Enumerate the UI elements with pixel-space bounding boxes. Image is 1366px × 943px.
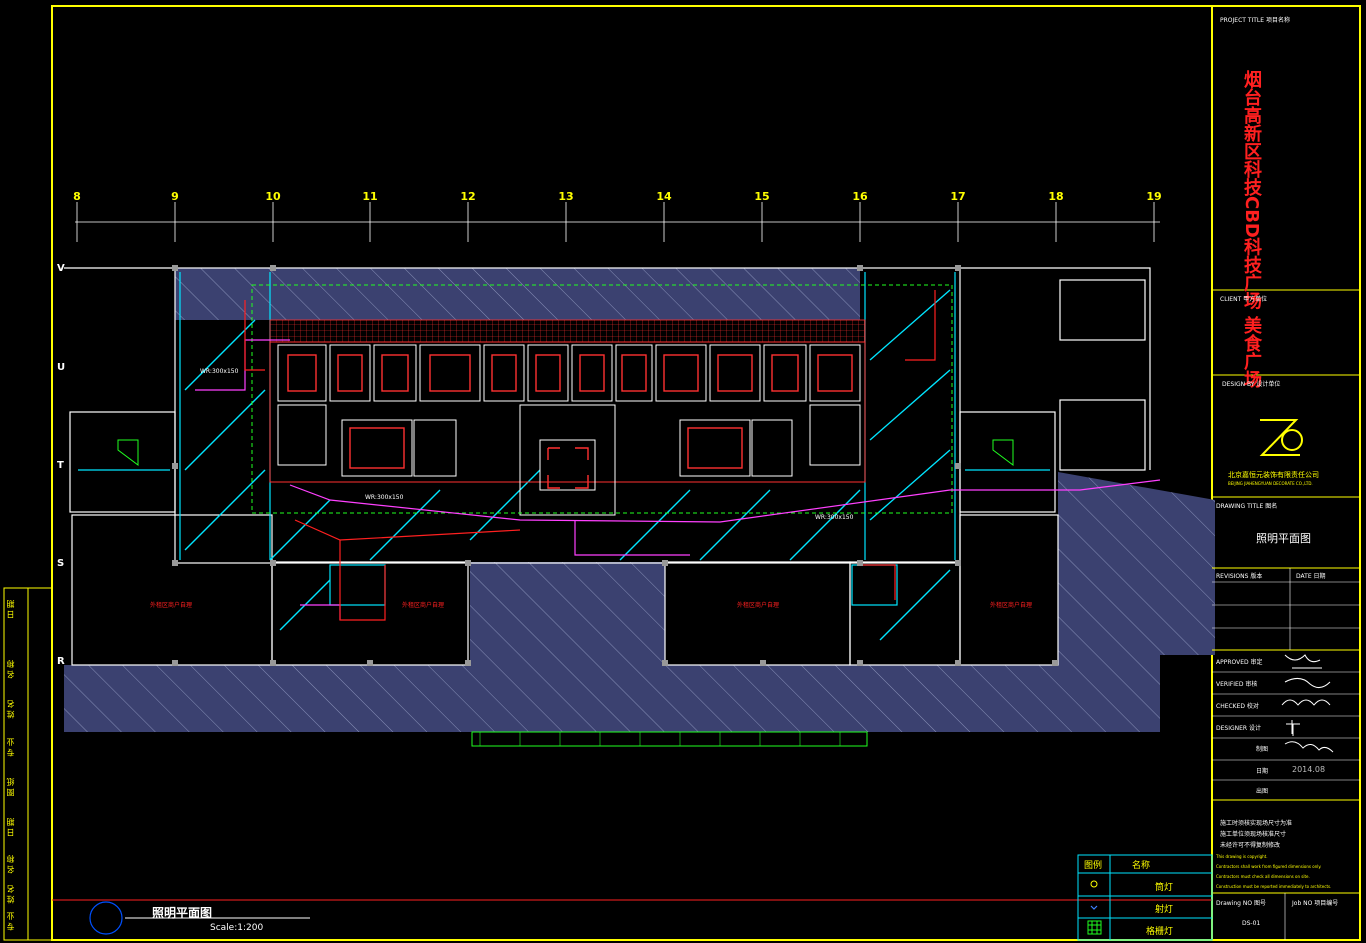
drawing-title: 照明平面图 <box>1256 532 1311 545</box>
legend-item-name: 格栅灯 <box>1146 927 1174 937</box>
room-label: 外租区商户自理 <box>150 602 193 609</box>
issue-label: 出图 <box>1256 788 1269 795</box>
duct-label: WR:300x150 <box>815 514 854 521</box>
note-en-line: Construction must be reported immediatel… <box>1216 884 1332 889</box>
spotlight-icon <box>1090 905 1098 910</box>
room-label: 外租区商户自理 <box>737 602 780 609</box>
row-letter: R <box>57 656 65 667</box>
side-strip-label: 名 称 <box>6 855 15 874</box>
note-en-line: This drawing is copyright. <box>1216 854 1268 859</box>
approved-label: APPROVED 审定 <box>1216 659 1263 666</box>
grid-number: 18 <box>1048 190 1064 203</box>
company-name-en: BEIJING JIAHENGYUAN DECORATE CO.,LTD. <box>1228 481 1313 486</box>
project-title: 烟台高新区科技CBD科技广场 美食广场 <box>1240 70 1262 388</box>
drawing-no-label: Drawing NO 图号 <box>1216 900 1266 907</box>
project-title-label: PROJECT TITLE 项目名称 <box>1220 17 1290 24</box>
client-label: CLIENT 甲方单位 <box>1220 296 1268 303</box>
downlight-icon <box>1090 880 1098 888</box>
side-strip-label: 专 业 <box>6 912 15 931</box>
grid-number: 10 <box>265 190 281 203</box>
duct-label: WR:300x150 <box>200 368 239 375</box>
side-strip-label: 图 纸 <box>6 778 15 797</box>
grid-number: 14 <box>656 190 672 203</box>
side-strip-label: 姓 名 <box>6 700 15 719</box>
row-letter: T <box>57 460 64 471</box>
project-title-line2: 美食广场 <box>1241 316 1262 389</box>
date-label: DATE 日期 <box>1296 573 1326 580</box>
verified-label: VERIFIED 审核 <box>1216 681 1258 688</box>
note-en-line: Contractors shall work from figured dime… <box>1216 864 1322 869</box>
job-no-label: Job NO 项目编号 <box>1292 900 1339 907</box>
plan-title: 照明平面图 <box>152 906 213 920</box>
side-strip-label: 专 业 <box>6 738 15 757</box>
side-strip-label: 姓 名 <box>6 885 15 904</box>
grid-number: 9 <box>171 190 179 203</box>
grid-number: 12 <box>460 190 476 203</box>
note-line: 施工时须核实现场尺寸为准 <box>1220 820 1293 827</box>
room-label: 外租区商户自理 <box>990 602 1033 609</box>
grid-number: 13 <box>558 190 574 203</box>
design-by-label: DESIGN BY 设计单位 <box>1222 381 1281 388</box>
drawn-label: 制图 <box>1256 746 1269 753</box>
note-line: 未经许可不得复制修改 <box>1220 842 1281 849</box>
drawing-no: DS-01 <box>1242 920 1261 927</box>
company-name-cn: 北京嘉恒元装饰有限责任公司 <box>1228 471 1319 479</box>
designer-label: DESIGNER 设计 <box>1216 725 1261 732</box>
grid-number: 8 <box>73 190 81 203</box>
grille-light-icon <box>1087 920 1102 935</box>
project-title-line1: 烟台高新区科技CBD科技广场 <box>1241 70 1262 310</box>
side-strip-label: 日 期 <box>6 818 15 837</box>
date2-value: 2014.08 <box>1292 765 1326 774</box>
side-strip-label: 名 称 <box>6 660 15 679</box>
row-letter: S <box>57 558 65 569</box>
grid-number: 16 <box>852 190 868 203</box>
note-line: 施工单位须现场核准尺寸 <box>1220 831 1287 838</box>
grid-number: 15 <box>754 190 770 203</box>
plan-scale: Scale:1:200 <box>210 923 264 933</box>
row-letter: U <box>57 362 66 373</box>
row-letter: V <box>57 263 65 274</box>
grid-number: 17 <box>950 190 966 203</box>
legend-symbol-header: 图例 <box>1084 861 1103 871</box>
legend-name-header: 名称 <box>1132 861 1151 871</box>
room-label: 外租区商户自理 <box>402 602 445 609</box>
duct-label: WR:300x150 <box>365 494 404 501</box>
side-strip-label: 日 期 <box>6 600 15 619</box>
note-en-line: Contractors must check all dimensions on… <box>1216 874 1310 879</box>
drawing-title-label: DRAWING TITLE 图名 <box>1216 503 1278 510</box>
lighting-plan-drawing <box>3 5 1361 941</box>
legend-item-name: 射灯 <box>1155 905 1174 915</box>
checked-label: CHECKED 校对 <box>1216 703 1259 710</box>
date2-label: 日期 <box>1256 768 1269 775</box>
grid-number: 11 <box>362 190 378 203</box>
legend-item-name: 筒灯 <box>1155 883 1174 893</box>
revisions-label: REVISIONS 版本 <box>1216 573 1263 580</box>
grid-number: 19 <box>1146 190 1162 203</box>
